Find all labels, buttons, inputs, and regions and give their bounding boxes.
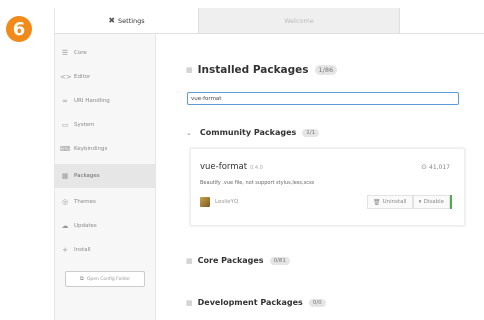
- author-name[interactable]: LeslieYQ: [215, 199, 238, 205]
- sidebar-item-updates[interactable]: ☁ Updates: [55, 216, 155, 236]
- monitor-icon: ▭: [61, 121, 69, 129]
- settings-sidebar: ☰ Core <> Editor ∞ URI Handling ▭ System…: [55, 34, 156, 320]
- paintcan-icon: ◎: [61, 198, 69, 206]
- section-title: Development Packages: [197, 298, 303, 307]
- development-packages-header[interactable]: ▦ Development Packages 0/0: [186, 298, 326, 307]
- code-icon: <>: [60, 73, 72, 81]
- package-icon: ▦: [186, 256, 193, 265]
- plus-icon: +: [62, 246, 68, 254]
- chevron-down-icon: ⌄: [186, 128, 192, 137]
- atom-settings-window: ✖ Settings Welcome ☰ Core <> Editor ∞ UR…: [54, 8, 484, 320]
- sidebar-item-keybindings[interactable]: ⌨ Keybindings: [55, 139, 155, 159]
- download-count: ⊙ 41,017: [421, 163, 450, 171]
- enabled-indicator: [450, 195, 452, 209]
- package-actions: 🗑 Uninstall ⏸ Disable: [366, 195, 452, 209]
- sidebar-item-label: System: [74, 122, 95, 128]
- tab-welcome-label: Welcome: [284, 16, 314, 25]
- trash-icon: 🗑: [372, 198, 381, 206]
- sidebar-item-core[interactable]: ☰ Core: [55, 43, 155, 63]
- sidebar-item-packages[interactable]: ▦ Packages: [55, 164, 155, 188]
- package-card[interactable]: vue-format 0.4.0 ⊙ 41,017 Beautify .vue f…: [190, 148, 465, 226]
- core-packages-header[interactable]: ▦ Core Packages 0/81: [186, 256, 290, 265]
- community-packages-header[interactable]: ⌄ Community Packages 1/1: [186, 128, 320, 137]
- sidebar-item-label: Editor: [74, 74, 91, 80]
- sidebar-item-label: URI Handling: [74, 98, 110, 104]
- open-config-folder-button[interactable]: ⧉ Open Config Folder: [65, 271, 145, 287]
- uninstall-button[interactable]: 🗑 Uninstall: [366, 195, 413, 209]
- count-badge: 1/1: [302, 128, 320, 137]
- section-title: Installed Packages: [197, 64, 309, 76]
- sidebar-item-system[interactable]: ▭ System: [55, 115, 155, 135]
- link-icon: ∞: [62, 97, 68, 105]
- open-config-folder-label: Open Config Folder: [86, 276, 131, 282]
- pause-icon: ⏸: [418, 198, 422, 205]
- sidebar-item-label: Core: [74, 50, 87, 56]
- count-badge: 1/86: [314, 65, 338, 75]
- tab-welcome[interactable]: Welcome: [199, 8, 400, 33]
- filter-packages-input[interactable]: [187, 92, 459, 105]
- sidebar-item-label: Install: [74, 247, 91, 253]
- sidebar-item-themes[interactable]: ◎ Themes: [55, 192, 155, 212]
- settings-icon: ✖: [108, 16, 116, 25]
- cloud-download-icon: ⊙: [421, 163, 427, 171]
- tab-settings[interactable]: ✖ Settings: [55, 8, 199, 33]
- disable-label: Disable: [423, 199, 444, 205]
- package-version: 0.4.0: [250, 165, 263, 171]
- package-name[interactable]: vue-format: [200, 162, 247, 172]
- tab-bar: ✖ Settings Welcome: [55, 8, 484, 34]
- avatar: [200, 197, 210, 207]
- sidebar-item-label: Themes: [74, 199, 96, 205]
- package-author[interactable]: LeslieYQ: [200, 197, 238, 207]
- external-link-icon: ⧉: [79, 275, 84, 282]
- package-icon: ▦: [186, 66, 193, 74]
- cloud-download-icon: ☁: [61, 222, 69, 230]
- count-badge: 0/81: [269, 256, 290, 265]
- sidebar-item-uri-handling[interactable]: ∞ URI Handling: [55, 91, 155, 111]
- disable-button[interactable]: ⏸ Disable: [412, 195, 450, 209]
- package-icon: ▦: [186, 298, 193, 307]
- package-icon: ▦: [61, 172, 69, 180]
- keyboard-icon: ⌨: [60, 145, 71, 153]
- tab-settings-label: Settings: [118, 16, 145, 25]
- section-title: Community Packages: [199, 128, 297, 137]
- sidebar-item-label: Keybindings: [74, 146, 108, 152]
- sidebar-item-label: Packages: [74, 173, 100, 179]
- uninstall-label: Uninstall: [382, 199, 407, 205]
- count-badge: 0/0: [308, 298, 326, 307]
- step-number-badge: 6: [6, 16, 32, 42]
- installed-packages-header: ▦ Installed Packages 1/86: [186, 64, 338, 76]
- sidebar-item-editor[interactable]: <> Editor: [55, 67, 155, 87]
- sidebar-item-install[interactable]: + Install: [55, 240, 155, 260]
- package-description: Beautify .vue file, not support stylus,l…: [200, 180, 315, 186]
- list-icon: ☰: [61, 49, 69, 57]
- packages-panel: ▦ Installed Packages 1/86 ⌄ Community Pa…: [156, 34, 484, 320]
- download-count-value: 41,017: [429, 163, 450, 171]
- section-title: Core Packages: [197, 256, 264, 265]
- sidebar-item-label: Updates: [74, 223, 97, 229]
- package-name-row: vue-format 0.4.0: [200, 162, 263, 172]
